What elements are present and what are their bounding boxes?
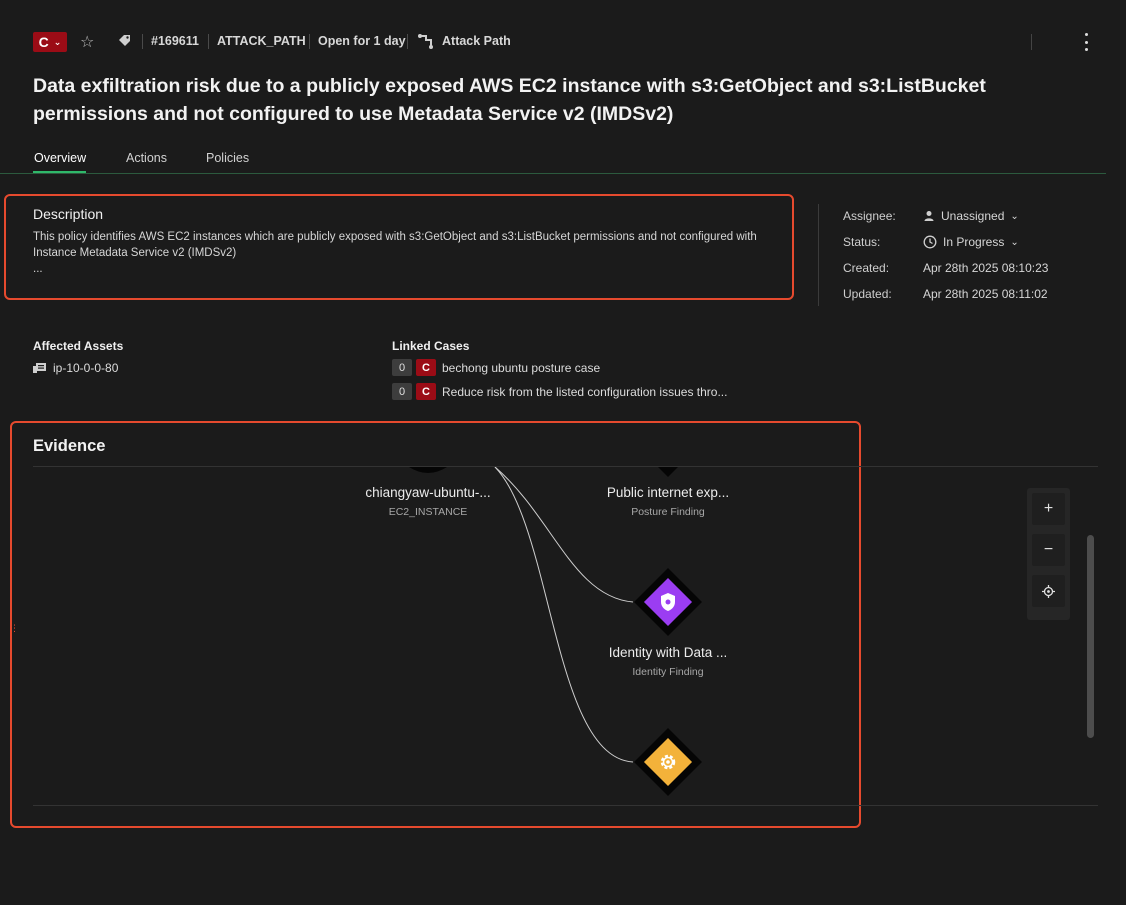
created-label: Created: [843, 261, 890, 275]
severity-label: C [38, 34, 49, 50]
config-node[interactable] [634, 728, 702, 796]
issue-type: ATTACK_PATH [217, 34, 306, 48]
assignee-value: Unassigned [941, 209, 1005, 223]
case-severity: C [416, 383, 436, 400]
assignee-label: Assignee: [843, 209, 896, 223]
tab-policies[interactable]: Policies [206, 151, 249, 165]
case-count: 0 [392, 383, 412, 400]
tab-overview[interactable]: Overview [34, 151, 86, 165]
updated-value: Apr 28th 2025 08:11:02 [923, 287, 1048, 301]
open-duration: Open for 1 day [318, 34, 406, 48]
active-tab-indicator [33, 171, 86, 173]
identity-node[interactable] [634, 568, 702, 636]
more-options-icon[interactable] [1079, 33, 1093, 51]
zoom-in-button[interactable]: + [1032, 493, 1065, 525]
identity-node-label[interactable]: Identity with Data ... [578, 645, 758, 660]
asset-name: ip-10-0-0-80 [53, 361, 119, 375]
evidence-graph[interactable] [33, 467, 1033, 804]
status-label: Status: [843, 235, 881, 249]
recenter-button[interactable] [1032, 575, 1065, 607]
page-title: Data exfiltration risk due to a publicly… [33, 75, 986, 125]
ec2-node-type: EC2_INSTANCE [388, 506, 468, 518]
assignee-dropdown[interactable]: Unassigned ⌄ [923, 209, 1019, 223]
issue-id: #169611 [151, 34, 199, 48]
updated-label: Updated: [843, 287, 892, 301]
linked-case-item[interactable]: 0 C bechong ubuntu posture case [392, 359, 600, 376]
severity-dropdown[interactable]: C ⌄ [33, 32, 67, 52]
tag-icon[interactable] [118, 34, 132, 53]
tab-actions[interactable]: Actions [126, 151, 167, 165]
description-body: This policy identifies AWS EC2 instances… [33, 231, 757, 259]
created-value: Apr 28th 2025 08:10:23 [923, 261, 1049, 275]
resize-handle-icon[interactable]: ⋮ [10, 624, 19, 633]
graph-scrollbar[interactable] [1087, 535, 1094, 738]
case-name: bechong ubuntu posture case [442, 360, 601, 375]
zoom-controls: + − [1027, 488, 1070, 620]
case-severity: C [416, 359, 436, 376]
user-icon [923, 210, 935, 222]
in-progress-icon [923, 235, 937, 249]
posture-node-type: Posture Finding [631, 506, 705, 518]
case-count: 0 [392, 359, 412, 376]
ec2-node-label[interactable]: chiangyaw-ubuntu-... [338, 485, 518, 500]
posture-node-label[interactable]: Public internet exp... [578, 485, 758, 500]
posture-node-icon[interactable] [658, 467, 678, 477]
description-ellipsis[interactable]: ... [33, 261, 773, 277]
description-text: This policy identifies AWS EC2 instances… [33, 229, 773, 277]
description-heading: Description [33, 206, 104, 222]
attack-path-icon [418, 34, 434, 54]
zoom-out-button[interactable]: − [1032, 534, 1065, 566]
chevron-down-icon: ⌄ [1010, 236, 1019, 248]
tabs-divider [0, 173, 1106, 174]
linked-case-item[interactable]: 0 C Reduce risk from the listed configur… [392, 383, 727, 400]
affected-assets-heading: Affected Assets [33, 339, 124, 353]
meta-divider [818, 204, 819, 306]
evidence-bottom-divider [33, 805, 1098, 806]
star-icon[interactable]: ☆ [80, 32, 94, 52]
case-name: Reduce risk from the listed configuratio… [442, 384, 728, 399]
category-label: Attack Path [442, 34, 511, 48]
crosshair-icon [1042, 584, 1055, 598]
server-icon [33, 362, 47, 374]
linked-cases-heading: Linked Cases [392, 339, 470, 353]
evidence-heading: Evidence [33, 437, 106, 455]
ec2-node-icon[interactable] [409, 467, 447, 473]
asset-item[interactable]: ip-10-0-0-80 [33, 361, 118, 375]
identity-node-type: Identity Finding [632, 666, 704, 678]
status-value: In Progress [943, 235, 1005, 249]
status-dropdown[interactable]: In Progress ⌄ [923, 235, 1019, 249]
chevron-down-icon: ⌄ [1010, 210, 1019, 222]
chevron-down-icon: ⌄ [53, 37, 62, 47]
